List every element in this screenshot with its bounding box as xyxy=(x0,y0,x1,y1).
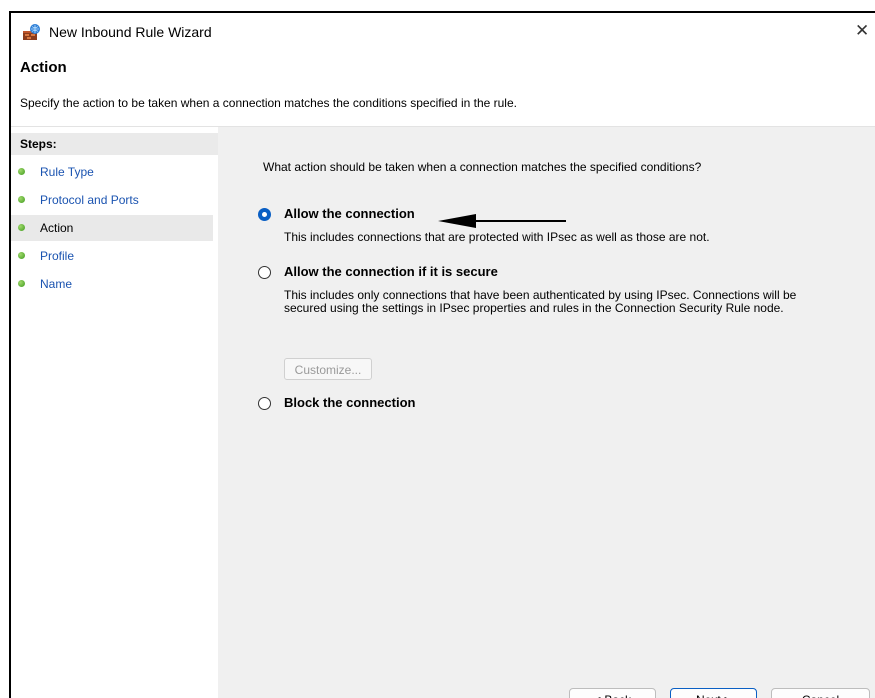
step-profile[interactable]: Profile xyxy=(11,243,213,269)
step-protocol-and-ports[interactable]: Protocol and Ports xyxy=(11,187,213,213)
allow-radio[interactable] xyxy=(258,208,271,221)
back-button[interactable]: < Back xyxy=(569,688,656,698)
page-description: Specify the action to be taken when a co… xyxy=(20,96,517,110)
allow-secure-label[interactable]: Allow the connection if it is secure xyxy=(284,264,498,279)
page-title: Action xyxy=(20,59,67,76)
step-label: Protocol and Ports xyxy=(40,193,139,207)
block-radio[interactable] xyxy=(258,397,271,410)
title-bar: New Inbound Rule Wizard ✕ xyxy=(11,13,875,51)
window-title: New Inbound Rule Wizard xyxy=(49,24,212,40)
step-label: Name xyxy=(40,277,73,291)
allow-label[interactable]: Allow the connection xyxy=(284,206,415,221)
allow-secure-radio[interactable] xyxy=(258,266,271,279)
firewall-wizard-icon xyxy=(23,24,40,40)
allow-secure-description: This includes only connections that have… xyxy=(284,288,797,315)
step-status-icon xyxy=(18,168,25,175)
cancel-button[interactable]: Cancel xyxy=(771,688,870,698)
arrow-annotation-icon xyxy=(438,214,566,228)
step-status-icon xyxy=(18,196,25,203)
step-action[interactable]: Action xyxy=(11,215,213,241)
wizard-header: Action Specify the action to be taken wh… xyxy=(11,51,875,127)
step-label: Action xyxy=(40,221,74,235)
close-icon[interactable]: ✕ xyxy=(855,20,875,42)
steps-heading: Steps: xyxy=(11,133,218,155)
steps-pane: Steps: Rule Type Protocol and Ports Acti… xyxy=(11,127,218,698)
step-label: Rule Type xyxy=(40,165,94,179)
step-rule-type[interactable]: Rule Type xyxy=(11,159,213,185)
customize-button[interactable]: Customize... xyxy=(284,358,372,380)
action-question: What action should be taken when a conne… xyxy=(263,160,702,174)
step-name[interactable]: Name xyxy=(11,271,213,297)
next-button[interactable]: Next > xyxy=(670,688,757,698)
block-label[interactable]: Block the connection xyxy=(284,395,415,410)
wizard-window: New Inbound Rule Wizard ✕ Action Specify… xyxy=(9,11,875,698)
step-label: Profile xyxy=(40,249,75,263)
step-status-icon xyxy=(18,224,25,231)
allow-description: This includes connections that are prote… xyxy=(284,230,710,244)
step-status-icon xyxy=(18,280,25,287)
step-status-icon xyxy=(18,252,25,259)
main-pane: What action should be taken when a conne… xyxy=(218,127,875,698)
